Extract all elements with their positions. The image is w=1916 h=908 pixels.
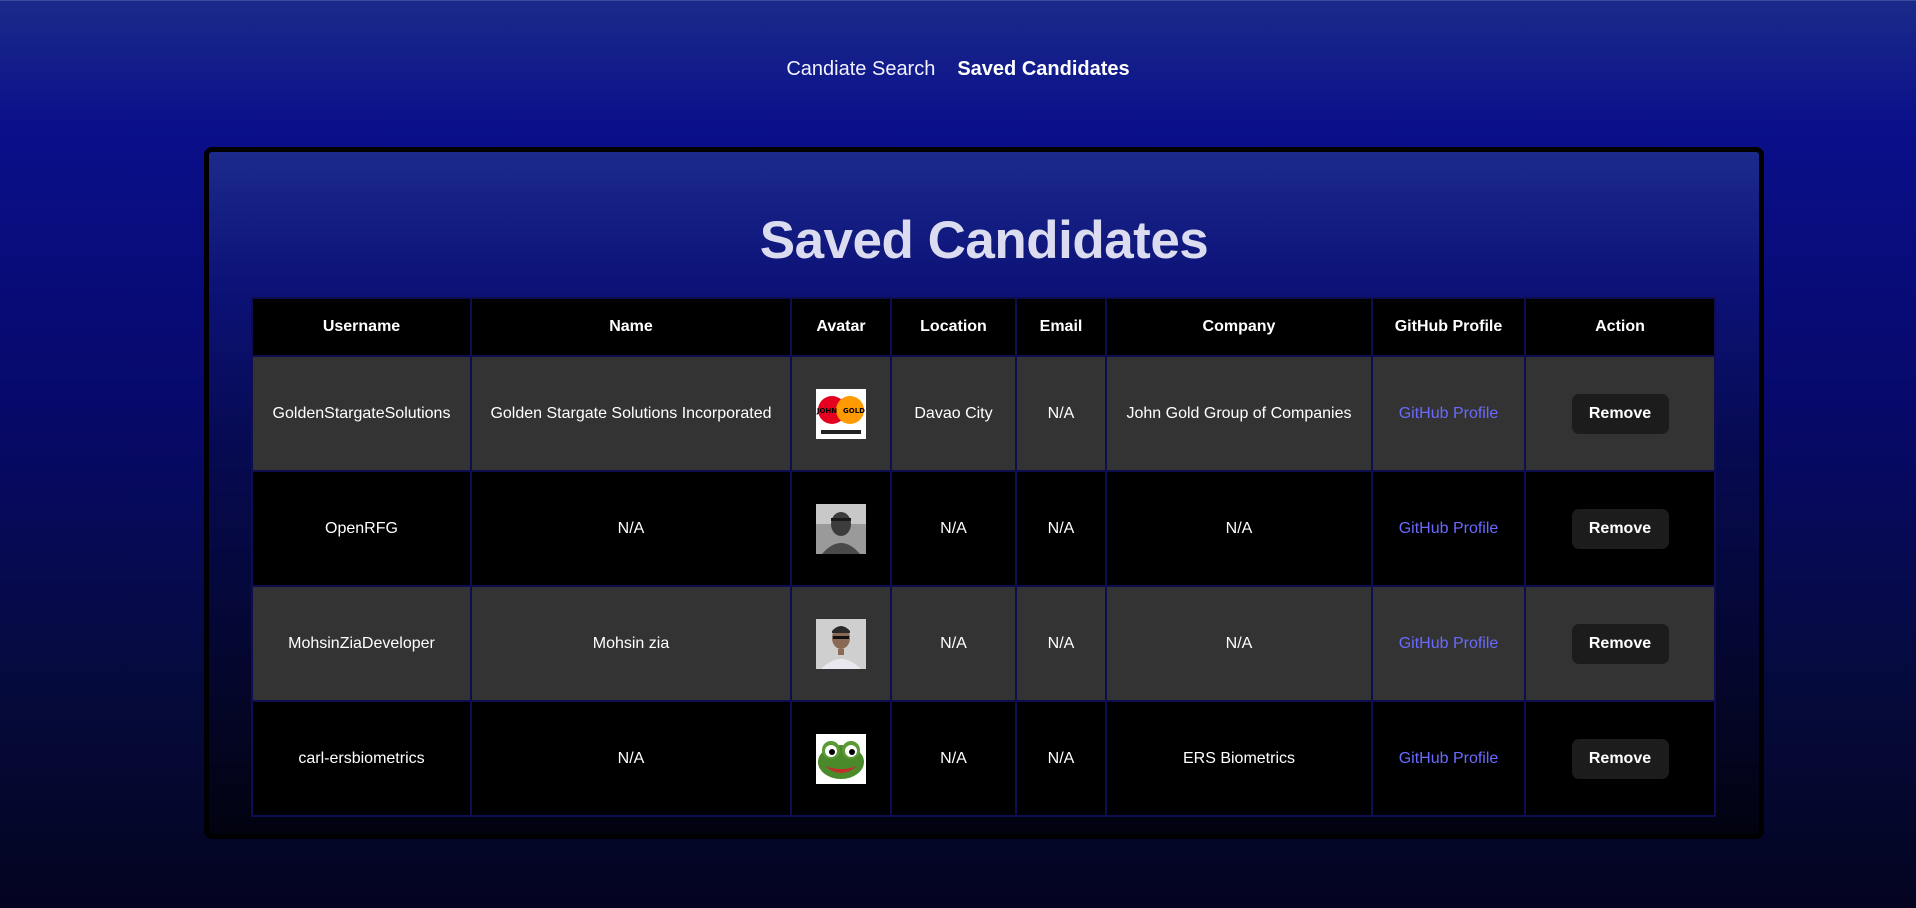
john-gold-logo-avatar: JOHN GOLD <box>816 388 866 439</box>
avatar-logo-text-right: GOLD <box>843 407 865 415</box>
header-username: Username <box>251 297 472 357</box>
cell-email: N/A <box>1015 585 1107 702</box>
cell-username: carl-ersbiometrics <box>251 700 472 817</box>
header-company: Company <box>1105 297 1373 357</box>
cell-email: N/A <box>1015 355 1107 472</box>
table-row: MohsinZiaDeveloper Mohsin zia N/A N/A N/… <box>251 585 1716 702</box>
cell-avatar: JOHN GOLD <box>790 355 892 472</box>
header-name: Name <box>470 297 792 357</box>
cell-company: N/A <box>1105 470 1373 587</box>
cell-location: Davao City <box>890 355 1017 472</box>
cell-action: Remove <box>1524 585 1716 702</box>
cell-action: Remove <box>1524 355 1716 472</box>
cell-company: John Gold Group of Companies <box>1105 355 1373 472</box>
avatar-logo-text-left: JOHN <box>816 407 837 415</box>
cell-action: Remove <box>1524 700 1716 817</box>
cell-name: N/A <box>470 700 792 817</box>
candidates-table: Username Name Avatar Location Email Comp… <box>251 297 1716 817</box>
frog-avatar <box>816 733 866 784</box>
table-header-row: Username Name Avatar Location Email Comp… <box>251 297 1716 357</box>
cell-location: N/A <box>890 470 1017 587</box>
table-row: OpenRFG N/A N/A N/A N/A GitHub Profile R… <box>251 470 1716 587</box>
top-border <box>0 0 1916 1</box>
cell-location: N/A <box>890 585 1017 702</box>
cell-company: N/A <box>1105 585 1373 702</box>
cell-name: Golden Stargate Solutions Incorporated <box>470 355 792 472</box>
cell-github: GitHub Profile <box>1371 700 1526 817</box>
nav-saved-candidates-link[interactable]: Saved Candidates <box>957 58 1129 81</box>
cell-location: N/A <box>890 700 1017 817</box>
cell-avatar <box>790 585 892 702</box>
remove-button[interactable]: Remove <box>1571 508 1669 549</box>
github-profile-link[interactable]: GitHub Profile <box>1399 750 1499 767</box>
person-photo-avatar <box>816 618 866 669</box>
remove-button[interactable]: Remove <box>1571 738 1669 779</box>
cell-avatar <box>790 470 892 587</box>
remove-button[interactable]: Remove <box>1571 393 1669 434</box>
cell-github: GitHub Profile <box>1371 355 1526 472</box>
page-title: Saved Candidates <box>759 211 1209 270</box>
nav-candidate-search-link[interactable]: Candiate Search <box>786 58 935 81</box>
remove-button[interactable]: Remove <box>1571 623 1669 664</box>
cell-username: MohsinZiaDeveloper <box>251 585 472 702</box>
cell-avatar <box>790 700 892 817</box>
cell-name: N/A <box>470 470 792 587</box>
github-profile-link[interactable]: GitHub Profile <box>1399 635 1499 652</box>
cell-email: N/A <box>1015 700 1107 817</box>
cell-email: N/A <box>1015 470 1107 587</box>
header-action: Action <box>1524 297 1716 357</box>
github-profile-link[interactable]: GitHub Profile <box>1399 405 1499 422</box>
table-row: carl-ersbiometrics N/A N/A N/A ERS Biome… <box>251 700 1716 817</box>
person-photo-avatar <box>816 503 866 554</box>
cell-username: GoldenStargateSolutions <box>251 355 472 472</box>
cell-action: Remove <box>1524 470 1716 587</box>
top-nav: Candiate Search Saved Candidates <box>0 58 1916 81</box>
cell-github: GitHub Profile <box>1371 470 1526 587</box>
header-avatar: Avatar <box>790 297 892 357</box>
cell-username: OpenRFG <box>251 470 472 587</box>
github-profile-link[interactable]: GitHub Profile <box>1399 520 1499 537</box>
cell-name: Mohsin zia <box>470 585 792 702</box>
header-location: Location <box>890 297 1017 357</box>
table-row: GoldenStargateSolutions Golden Stargate … <box>251 355 1716 472</box>
cell-github: GitHub Profile <box>1371 585 1526 702</box>
cell-company: ERS Biometrics <box>1105 700 1373 817</box>
header-email: Email <box>1015 297 1107 357</box>
header-github-profile: GitHub Profile <box>1371 297 1526 357</box>
